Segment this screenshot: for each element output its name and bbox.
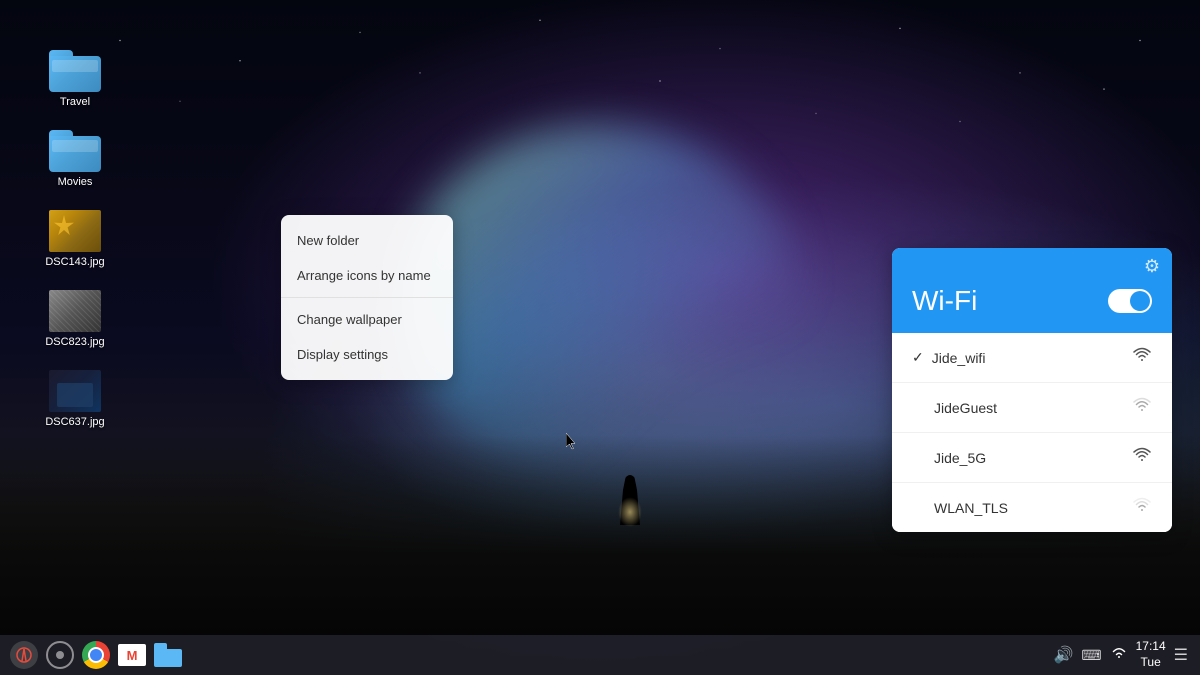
image-icon-dsc637 — [49, 370, 101, 412]
desktop-icon-dsc637[interactable]: DSC637.jpg — [35, 370, 115, 428]
menu-separator-1 — [281, 297, 453, 298]
light-beam — [618, 497, 642, 527]
wifi-network-list: ✓ Jide_wifi JideGuest — [892, 333, 1172, 532]
taskbar-files-button[interactable] — [152, 639, 184, 671]
wifi-settings-icon[interactable]: ⚙ — [1144, 256, 1160, 277]
wifi-title: Wi-Fi — [912, 285, 977, 317]
wifi-toggle[interactable] — [1108, 289, 1152, 313]
home-circle — [46, 641, 74, 669]
wifi-taskbar-icon[interactable] — [1110, 646, 1128, 665]
wifi-name-group-guest: JideGuest — [912, 400, 997, 416]
taskbar-gmail-button[interactable]: M — [116, 639, 148, 671]
menu-item-new-folder[interactable]: New folder — [281, 223, 453, 258]
icon-label-movies: Movies — [58, 176, 93, 188]
wifi-name-group-wlan: WLAN_TLS — [912, 500, 1008, 516]
keyboard-icon[interactable]: ⌨ — [1081, 647, 1101, 664]
menu-item-arrange-icons[interactable]: Arrange icons by name — [281, 258, 453, 293]
desktop-icon-dsc823[interactable]: DSC823.jpg — [35, 290, 115, 348]
image-icon-dsc823 — [49, 290, 101, 332]
taskbar-chrome-button[interactable] — [80, 639, 112, 671]
wifi-panel: ⚙ Wi-Fi ✓ Jide_wifi JideGuest — [892, 248, 1172, 532]
wifi-header-top: ⚙ — [892, 248, 1172, 277]
wifi-network-name-jide: Jide_wifi — [932, 350, 986, 366]
wifi-network-item-wlan-tls[interactable]: WLAN_TLS — [892, 483, 1172, 532]
icon-label-dsc637: DSC637.jpg — [45, 416, 104, 428]
wifi-network-name-guest: JideGuest — [934, 400, 997, 416]
wifi-network-name-wlan: WLAN_TLS — [934, 500, 1008, 516]
wifi-name-group-5g: Jide_5G — [912, 450, 986, 466]
icon-label-travel: Travel — [60, 96, 90, 108]
context-menu: New folder Arrange icons by name Change … — [281, 215, 453, 380]
wifi-connected-check: ✓ — [912, 349, 924, 366]
taskbar: M 🔊 ⌨ 17:14 Tue ☰ — [0, 635, 1200, 675]
image-icon-dsc143 — [49, 210, 101, 252]
day-display: Tue — [1136, 655, 1166, 671]
wifi-name-group: ✓ Jide_wifi — [912, 349, 985, 366]
wifi-signal-jide — [1132, 347, 1152, 368]
taskbar-system: 🔊 ⌨ 17:14 Tue ☰ — [1041, 639, 1200, 670]
menu-item-display-settings[interactable]: Display settings — [281, 337, 453, 372]
wifi-signal-5g — [1132, 447, 1152, 468]
folder-icon-travel — [49, 50, 101, 92]
wifi-network-item-jide-wifi[interactable]: ✓ Jide_wifi — [892, 333, 1172, 383]
taskbar-time: 17:14 Tue — [1136, 639, 1166, 670]
menu-item-change-wallpaper[interactable]: Change wallpaper — [281, 302, 453, 337]
desktop-icon-travel[interactable]: Travel — [35, 50, 115, 108]
icon-label-dsc143: DSC143.jpg — [45, 256, 104, 268]
wifi-signal-guest — [1132, 397, 1152, 418]
time-display: 17:14 — [1136, 639, 1166, 655]
taskbar-home-button[interactable] — [44, 639, 76, 671]
jide-logo — [10, 641, 38, 669]
folder-icon-movies — [49, 130, 101, 172]
taskbar-menu-icon[interactable]: ☰ — [1174, 645, 1188, 665]
desktop-icon-movies[interactable]: Movies — [35, 130, 115, 188]
wifi-signal-wlan — [1132, 497, 1152, 518]
gmail-icon: M — [118, 644, 146, 666]
wifi-title-row: Wi-Fi — [892, 277, 1172, 333]
volume-icon[interactable]: 🔊 — [1053, 645, 1073, 665]
desktop-icon-dsc143[interactable]: DSC143.jpg — [35, 210, 115, 268]
taskbar-jide-button[interactable] — [8, 639, 40, 671]
wifi-network-item-jide-5g[interactable]: Jide_5G — [892, 433, 1172, 483]
files-folder-icon — [154, 643, 182, 667]
chrome-icon — [82, 641, 110, 669]
taskbar-apps: M — [0, 639, 192, 671]
wifi-network-name-5g: Jide_5G — [934, 450, 986, 466]
icon-label-dsc823: DSC823.jpg — [45, 336, 104, 348]
wifi-network-item-jide-guest[interactable]: JideGuest — [892, 383, 1172, 433]
wifi-toggle-knob — [1130, 291, 1150, 311]
